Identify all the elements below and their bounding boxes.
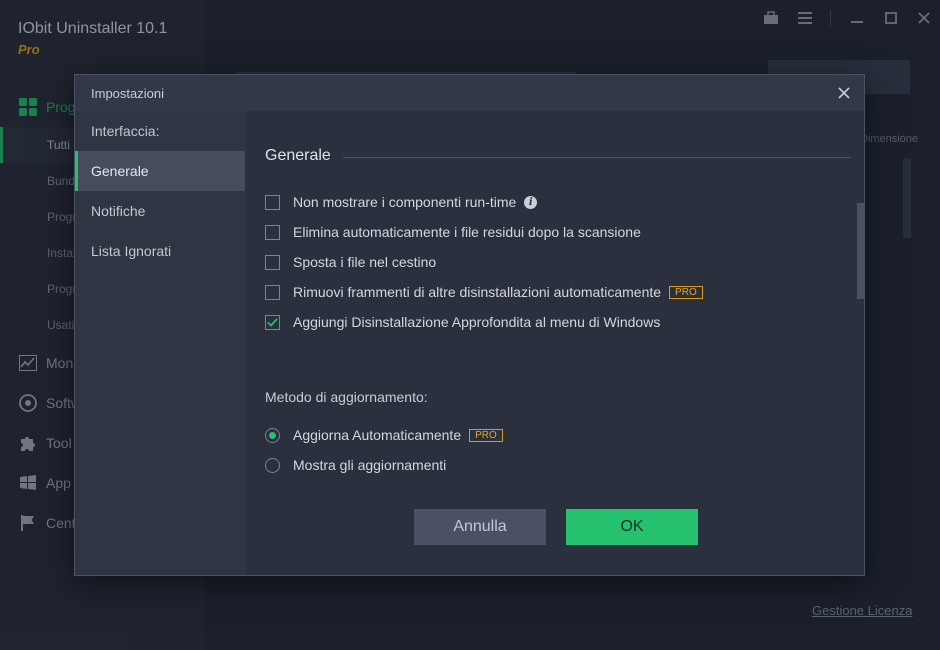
section-title: Generale [265, 147, 331, 164]
checkbox[interactable] [265, 194, 280, 210]
option-hide-runtime[interactable]: Non mostrare i componenti run-time i [265, 191, 538, 213]
checkmark-icon [267, 317, 278, 327]
cancel-button[interactable]: Annulla [414, 509, 546, 545]
option-auto-delete-leftovers[interactable]: Elimina automaticamente i file residui d… [265, 221, 641, 243]
radio-auto-update[interactable]: Aggiorna Automaticamente PRO [265, 424, 503, 446]
option-label: Elimina automaticamente i file residui d… [293, 224, 641, 240]
option-label: Rimuovi frammenti di altre disinstallazi… [293, 284, 662, 300]
settings-sidebar: Interfaccia: Generale Notifiche Lista Ig… [75, 111, 245, 575]
radio-show-updates[interactable]: Mostra gli aggiornamenti [265, 454, 446, 476]
settings-dialog: Impostazioni Interfaccia: Generale Notif… [74, 74, 865, 576]
sidebar-item-notifications[interactable]: Notifiche [75, 191, 245, 231]
settings-content: Generale Non mostrare i componenti run-t… [245, 111, 864, 575]
radio-button-selected[interactable] [265, 427, 280, 443]
option-remove-fragments[interactable]: Rimuovi frammenti di altre disinstallazi… [265, 281, 703, 303]
checkbox[interactable] [265, 254, 280, 270]
checkbox[interactable] [265, 284, 280, 300]
radio-dot [269, 431, 276, 439]
dialog-titlebar: Impostazioni [75, 75, 864, 111]
dialog-title: Impostazioni [91, 85, 164, 101]
checkbox-checked[interactable] [265, 314, 280, 330]
close-icon[interactable] [832, 81, 856, 105]
radio-label: Mostra gli aggiornamenti [293, 457, 447, 473]
section-divider [342, 156, 851, 158]
section-header: Generale [265, 147, 851, 165]
update-method-label: Metodo di aggiornamento: [265, 389, 428, 405]
sidebar-item-interface[interactable]: Interfaccia: [75, 111, 245, 151]
sidebar-item-ignore-list[interactable]: Lista Ignorati [75, 231, 245, 271]
radio-button[interactable] [265, 457, 280, 473]
option-move-to-recycle-bin[interactable]: Sposta i file nel cestino [265, 251, 436, 273]
scrollbar-thumb[interactable] [857, 203, 864, 299]
sidebar-item-general[interactable]: Generale [75, 151, 245, 191]
option-label: Non mostrare i componenti run-time [293, 194, 517, 210]
info-icon[interactable]: i [524, 195, 538, 209]
checkbox[interactable] [265, 224, 280, 240]
option-add-context-menu[interactable]: Aggiungi Disinstallazione Approfondita a… [265, 311, 660, 333]
option-label: Aggiungi Disinstallazione Approfondita a… [293, 314, 661, 330]
pro-badge: PRO [469, 428, 503, 442]
radio-label: Aggiorna Automaticamente [293, 427, 462, 443]
option-label: Sposta i file nel cestino [293, 254, 437, 270]
pro-badge: PRO [669, 285, 703, 299]
ok-button[interactable]: OK [566, 509, 698, 545]
